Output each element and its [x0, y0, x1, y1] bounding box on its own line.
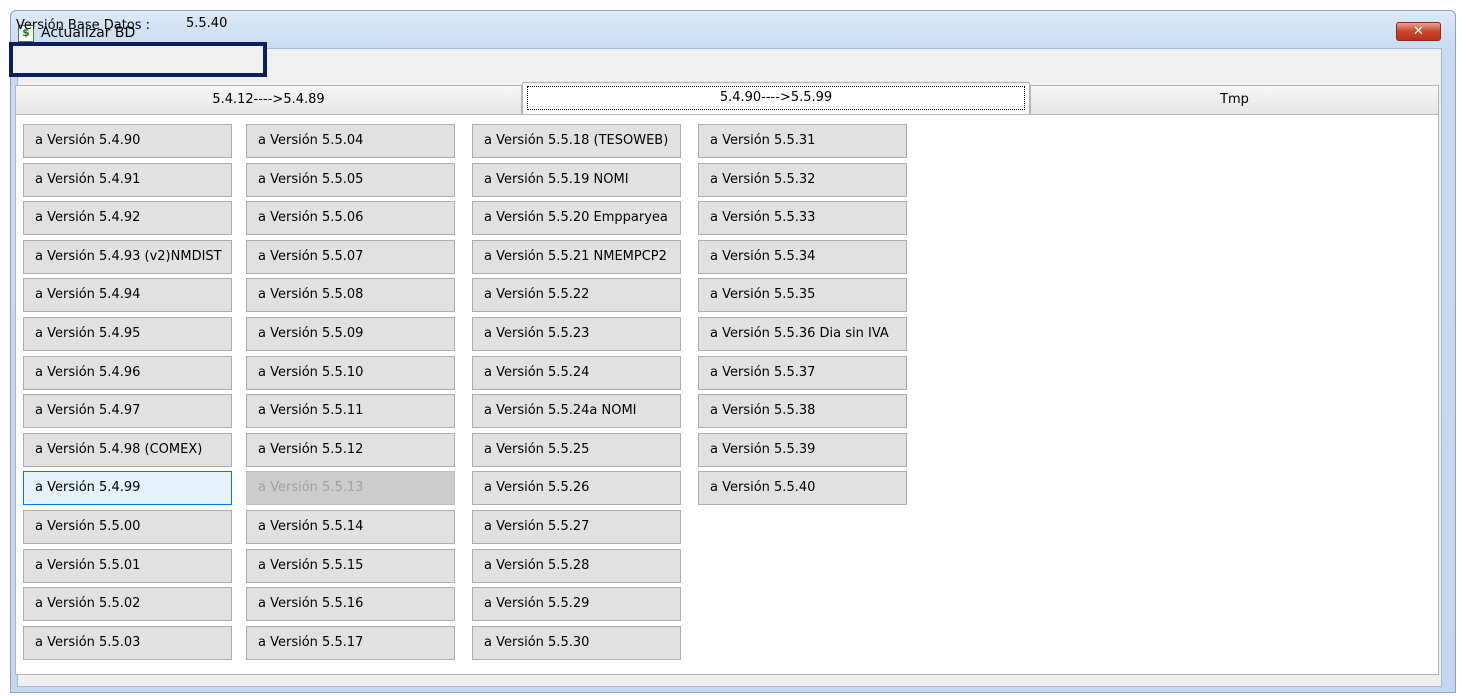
version-button[interactable]: a Versión 5.5.22 — [472, 278, 681, 312]
version-button[interactable]: a Versión 5.5.29 — [472, 587, 681, 621]
version-button[interactable]: a Versión 5.5.17 — [246, 626, 455, 660]
version-button[interactable]: a Versión 5.4.92 — [23, 201, 232, 235]
version-button[interactable]: a Versión 5.5.26 — [472, 471, 681, 505]
version-button[interactable]: a Versión 5.5.15 — [246, 549, 455, 583]
db-version-value: 5.5.40 — [186, 16, 228, 31]
version-tabs: 5.4.12---->5.4.89 5.4.90---->5.5.99 Tmp — [15, 82, 1439, 115]
version-button[interactable]: a Versión 5.4.94 — [23, 278, 232, 312]
tab-label: 5.4.12---->5.4.89 — [212, 92, 325, 107]
version-button[interactable]: a Versión 5.5.40 — [698, 471, 907, 505]
version-button[interactable]: a Versión 5.5.01 — [23, 549, 232, 583]
version-button[interactable]: a Versión 5.5.04 — [246, 124, 455, 158]
version-button[interactable]: a Versión 5.5.08 — [246, 278, 455, 312]
tab-5-4-90-to-5-5-99[interactable]: 5.4.90---->5.5.99 — [522, 82, 1030, 115]
tab-tmp[interactable]: Tmp — [1030, 85, 1439, 114]
version-button[interactable]: a Versión 5.5.18 (TESOWEB) — [472, 124, 681, 158]
version-button[interactable]: a Versión 5.5.12 — [246, 433, 455, 467]
version-button[interactable]: a Versión 5.5.07 — [246, 240, 455, 274]
version-button[interactable]: a Versión 5.5.23 — [472, 317, 681, 351]
version-button[interactable]: a Versión 5.5.24 — [472, 356, 681, 390]
version-button[interactable]: a Versión 5.5.16 — [246, 587, 455, 621]
version-button[interactable]: a Versión 5.5.39 — [698, 433, 907, 467]
version-button[interactable]: a Versión 5.4.90 — [23, 124, 232, 158]
version-button[interactable]: a Versión 5.4.97 — [23, 394, 232, 428]
version-button[interactable]: a Versión 5.5.09 — [246, 317, 455, 351]
version-button[interactable]: a Versión 5.5.02 — [23, 587, 232, 621]
version-button[interactable]: a Versión 5.5.27 — [472, 510, 681, 544]
version-button[interactable]: a Versión 5.4.95 — [23, 317, 232, 351]
version-button[interactable]: a Versión 5.5.13 — [246, 471, 455, 505]
version-button[interactable]: a Versión 5.5.34 — [698, 240, 907, 274]
version-button[interactable]: a Versión 5.5.05 — [246, 163, 455, 197]
version-button[interactable]: a Versión 5.5.25 — [472, 433, 681, 467]
version-button[interactable]: a Versión 5.5.20 Empparyea — [472, 201, 681, 235]
version-button[interactable]: a Versión 5.5.06 — [246, 201, 455, 235]
version-button[interactable]: a Versión 5.5.19 NOMI — [472, 163, 681, 197]
close-button[interactable]: ✕ — [1396, 22, 1441, 41]
version-button[interactable]: a Versión 5.5.03 — [23, 626, 232, 660]
tab-5-4-12-to-5-4-89[interactable]: 5.4.12---->5.4.89 — [15, 85, 522, 114]
version-button[interactable]: a Versión 5.5.21 NMEMPCP2 — [472, 240, 681, 274]
version-button[interactable]: a Versión 5.5.35 — [698, 278, 907, 312]
version-button[interactable]: a Versión 5.5.32 — [698, 163, 907, 197]
tab-panel: a Versión 5.4.90 a Versión 5.4.91 a Versió… — [15, 114, 1439, 675]
version-button[interactable]: a Versión 5.5.33 — [698, 201, 907, 235]
version-button[interactable]: a Versión 5.4.98 (COMEX) — [23, 433, 232, 467]
version-button[interactable]: a Versión 5.5.24a NOMI — [472, 394, 681, 428]
db-version-label: Versión Base Datos : — [16, 18, 151, 33]
version-button[interactable]: a Versión 5.5.28 — [472, 549, 681, 583]
version-button[interactable]: a Versión 5.5.10 — [246, 356, 455, 390]
db-version-highlight — [9, 42, 267, 77]
tab-focus-ring — [527, 86, 1025, 110]
version-button[interactable]: a Versión 5.5.31 — [698, 124, 907, 158]
tab-label: Tmp — [1220, 92, 1249, 107]
version-button[interactable]: a Versión 5.4.99 — [23, 471, 232, 505]
version-button[interactable]: a Versión 5.4.93 (v2)NMDIST — [23, 240, 232, 274]
version-button[interactable]: a Versión 5.4.96 — [23, 356, 232, 390]
version-button[interactable]: a Versión 5.5.36 Dia sin IVA — [698, 317, 907, 351]
version-button[interactable]: a Versión 5.5.37 — [698, 356, 907, 390]
version-button[interactable]: a Versión 5.5.14 — [246, 510, 455, 544]
version-button[interactable]: a Versión 5.5.11 — [246, 394, 455, 428]
version-button[interactable]: a Versión 5.5.00 — [23, 510, 232, 544]
version-button[interactable]: a Versión 5.4.91 — [23, 163, 232, 197]
version-button[interactable]: a Versión 5.5.30 — [472, 626, 681, 660]
version-button[interactable]: a Versión 5.5.38 — [698, 394, 907, 428]
